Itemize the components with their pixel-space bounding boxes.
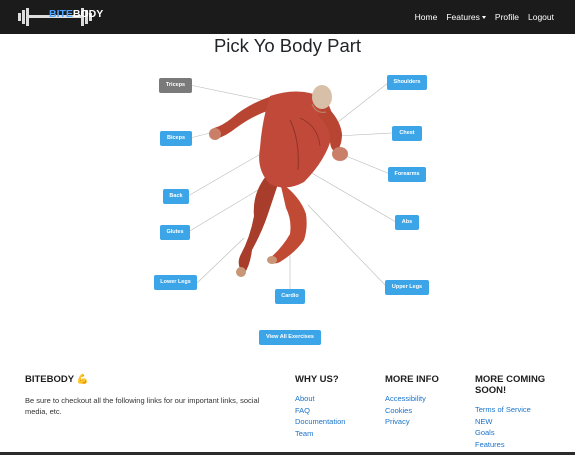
footer-why-us-title: WHY US? [295,374,339,385]
chest-button[interactable]: Chest [392,126,422,141]
biceps-button[interactable]: Biceps [160,131,192,146]
forearms-button[interactable]: Forearms [388,167,426,182]
chevron-down-icon [481,16,486,20]
page-title: Pick Yo Body Part [213,35,362,56]
shoulders-button[interactable]: Shoulders [387,75,427,90]
footer-link-features[interactable]: Features [475,439,570,451]
footer-link-documentation[interactable]: Documentation [295,416,375,428]
cardio-button[interactable]: Cardio [275,289,305,304]
anatomy-icon [209,85,348,277]
navbar: BITEBODY Home Features Profile Logout [0,0,575,34]
nav-features-label: Features [446,12,480,22]
footer-more-info-title: MORE INFO [385,374,439,385]
abs-button[interactable]: Abs [395,215,419,230]
muscle-figure [187,82,397,290]
footer-coming-soon-title: MORE COMING SOON! [475,374,546,396]
footer-link-privacy[interactable]: Privacy [385,416,465,428]
back-button[interactable]: Back [163,189,189,204]
logo-text: BITEBODY [49,8,104,20]
nav-links: Home Features Profile Logout [415,0,554,34]
footer-link-team[interactable]: Team [295,428,375,440]
footer-coming-soon: MORE COMING SOON! Terms of Service NEW G… [475,374,570,451]
footer-link-cookies[interactable]: Cookies [385,405,465,417]
footer-link-terms[interactable]: Terms of Service [475,404,570,416]
footer-link-new[interactable]: NEW [475,416,570,428]
nav-logout[interactable]: Logout [528,12,554,22]
footer-brand-title: BITEBODY 💪 [25,374,89,385]
footer-coming-soon-links: Terms of Service NEW Goals Features [475,404,570,451]
footer-why-us: WHY US? About FAQ Documentation Team [295,374,375,440]
footer-more-info-links: Accessibility Cookies Privacy [385,393,465,428]
footer-link-goals[interactable]: Goals [475,427,570,439]
footer-brand: BITEBODY 💪 Be sure to checkout all the f… [25,374,275,417]
nav-home[interactable]: Home [415,12,438,22]
glutes-button[interactable]: Glutes [160,225,190,240]
view-all-exercises-button[interactable]: View All Exercises [259,330,321,345]
lower-legs-button[interactable]: Lower Legs [154,275,197,290]
nav-profile[interactable]: Profile [495,12,519,22]
flexed-biceps-icon: 💪 [76,374,89,385]
bitebody-logo[interactable]: BITEBODY [18,5,103,27]
nav-features-dropdown[interactable]: Features [446,12,486,22]
footer-brand-text: Be sure to checkout all the following li… [25,396,260,416]
footer-why-us-links: About FAQ Documentation Team [295,393,375,440]
upper-legs-button[interactable]: Upper Legs [385,280,429,295]
footer-more-info: MORE INFO Accessibility Cookies Privacy [385,374,465,428]
footer-link-accessibility[interactable]: Accessibility [385,393,465,405]
footer-link-about[interactable]: About [295,393,375,405]
triceps-button[interactable]: Triceps [159,78,192,93]
footer-link-faq[interactable]: FAQ [295,405,375,417]
